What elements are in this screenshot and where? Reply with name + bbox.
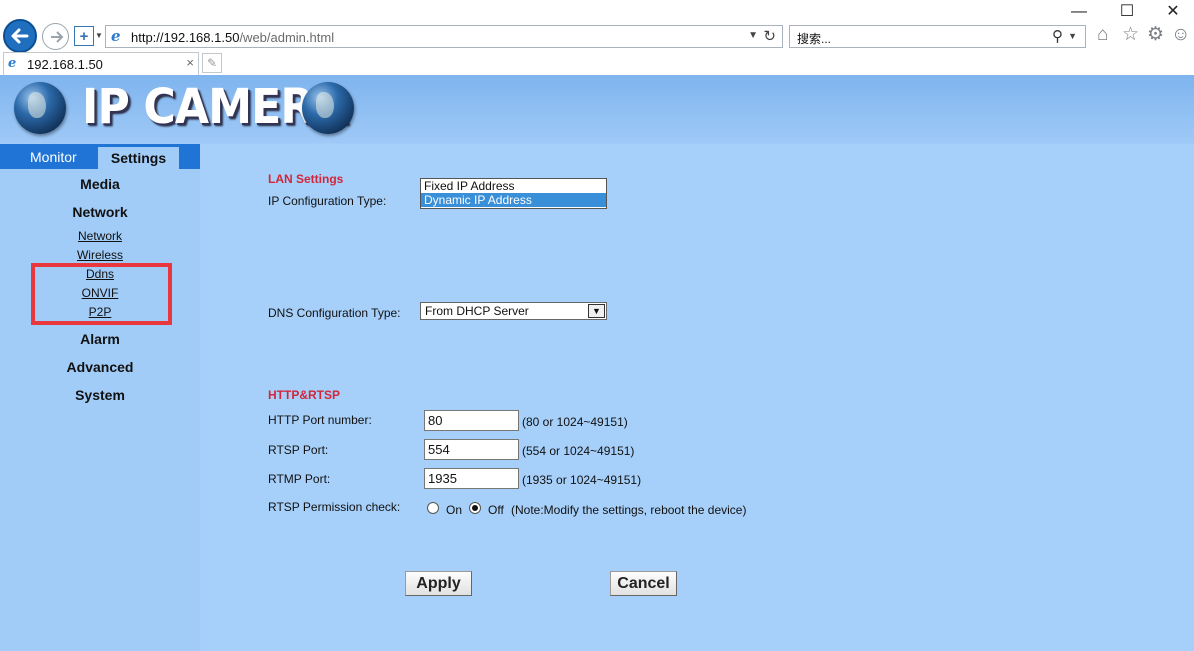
permission-off-label: Off [488,503,504,517]
sidebar: Media Network Network Wireless Ddns ONVI… [0,169,200,651]
dns-type-value: From DHCP Server [425,304,529,318]
back-button[interactable] [3,19,37,53]
rtmp-port-label: RTMP Port: [268,472,331,486]
close-window-button[interactable]: ✕ [1161,0,1185,24]
tab-close-icon[interactable]: × [186,55,194,70]
highlight-box [31,263,172,325]
smiley-icon[interactable]: ☺ [1171,25,1190,45]
favorites-star-icon[interactable]: ☆ [1122,25,1139,45]
url-text: http://192.168.1.50/web/admin.html [131,30,335,45]
address-bar[interactable]: e http://192.168.1.50/web/admin.html ▼ ↻ [105,25,783,48]
search-input[interactable]: 搜索... ⚲ ▼ [789,25,1086,48]
tab-monitor[interactable]: Monitor [30,149,77,165]
globe-icon [14,82,66,134]
sidebar-link-wireless[interactable]: Wireless [0,248,200,262]
sidebar-item-advanced[interactable]: Advanced [0,359,200,375]
chevron-down-icon[interactable]: ▼ [588,304,605,318]
apply-button[interactable]: Apply [405,571,472,596]
permission-off-radio[interactable] [469,502,481,514]
top-nav: Monitor Settings [0,144,200,169]
sidebar-link-network[interactable]: Network [0,229,200,243]
sidebar-item-alarm[interactable]: Alarm [0,331,200,347]
address-dropdown-icon[interactable]: ▼ [748,30,758,41]
banner: IP CAMERA [0,75,1194,143]
forward-button[interactable] [42,23,69,50]
http-port-hint: (80 or 1024~49151) [522,415,628,429]
http-port-label: HTTP Port number: [268,413,372,427]
refresh-icon[interactable]: ↻ [763,27,776,45]
rtmp-port-hint: (1935 or 1024~49151) [522,473,642,487]
sidebar-item-network[interactable]: Network [0,204,200,220]
dns-type-select[interactable]: From DHCP Server ▼ [420,302,607,320]
camera-admin-page: IP CAMERA Monitor Settings Media Network… [0,75,1194,651]
sidebar-item-system[interactable]: System [0,387,200,403]
maximize-button[interactable]: ☐ [1115,0,1139,24]
home-icon[interactable]: ⌂ [1097,25,1108,45]
rtsp-port-input[interactable]: 554 [424,439,519,460]
arrow-left-icon [11,28,29,44]
http-rtsp-title: HTTP&RTSP [268,388,340,402]
http-port-input[interactable]: 80 [424,410,519,431]
rtsp-permission-label: RTSP Permission check: [268,500,401,514]
sidebar-item-media[interactable]: Media [0,176,200,192]
lan-settings-title: LAN Settings [268,172,344,186]
dns-type-label: DNS Configuration Type: [268,306,401,320]
search-dropdown-icon[interactable]: ▼ [1068,31,1077,41]
compat-view-icon[interactable]: + [74,26,94,46]
rtsp-port-label: RTSP Port: [268,443,329,457]
ie-tab-icon: e [8,56,17,71]
ip-option-fixed[interactable]: Fixed IP Address [421,179,606,193]
search-icon[interactable]: ⚲ [1052,27,1063,45]
permission-note: (Note:Modify the settings, reboot the de… [511,503,747,517]
new-tab-button[interactable]: ✎ [202,53,222,73]
arrow-right-icon [50,30,63,43]
ip-type-label: IP Configuration Type: [268,194,387,208]
gear-icon[interactable]: ⚙ [1147,25,1164,45]
tab-title: 192.168.1.50 [27,57,103,72]
ip-type-listbox[interactable]: Fixed IP Address Dynamic IP Address [420,178,607,209]
browser-chrome: — ☐ ✕ + ▼ e http://192.168.1.50/web/admi… [0,0,1194,75]
ip-option-dynamic[interactable]: Dynamic IP Address [421,193,606,207]
chevron-down-icon[interactable]: ▼ [95,31,103,40]
globe-icon [302,82,354,134]
search-placeholder: 搜索... [797,32,832,46]
rtsp-port-hint: (554 or 1024~49151) [522,444,635,458]
rtmp-port-input[interactable]: 1935 [424,468,519,489]
cancel-button[interactable]: Cancel [610,571,677,596]
tab-settings[interactable]: Settings [98,147,179,169]
permission-on-radio[interactable] [427,502,439,514]
browser-tab[interactable]: e 192.168.1.50 × [3,52,199,75]
minimize-button[interactable]: — [1067,0,1091,24]
permission-on-label: On [446,503,463,517]
ie-icon: e [111,27,121,45]
main-panel: LAN Settings IP Configuration Type: Fixe… [200,144,1194,651]
